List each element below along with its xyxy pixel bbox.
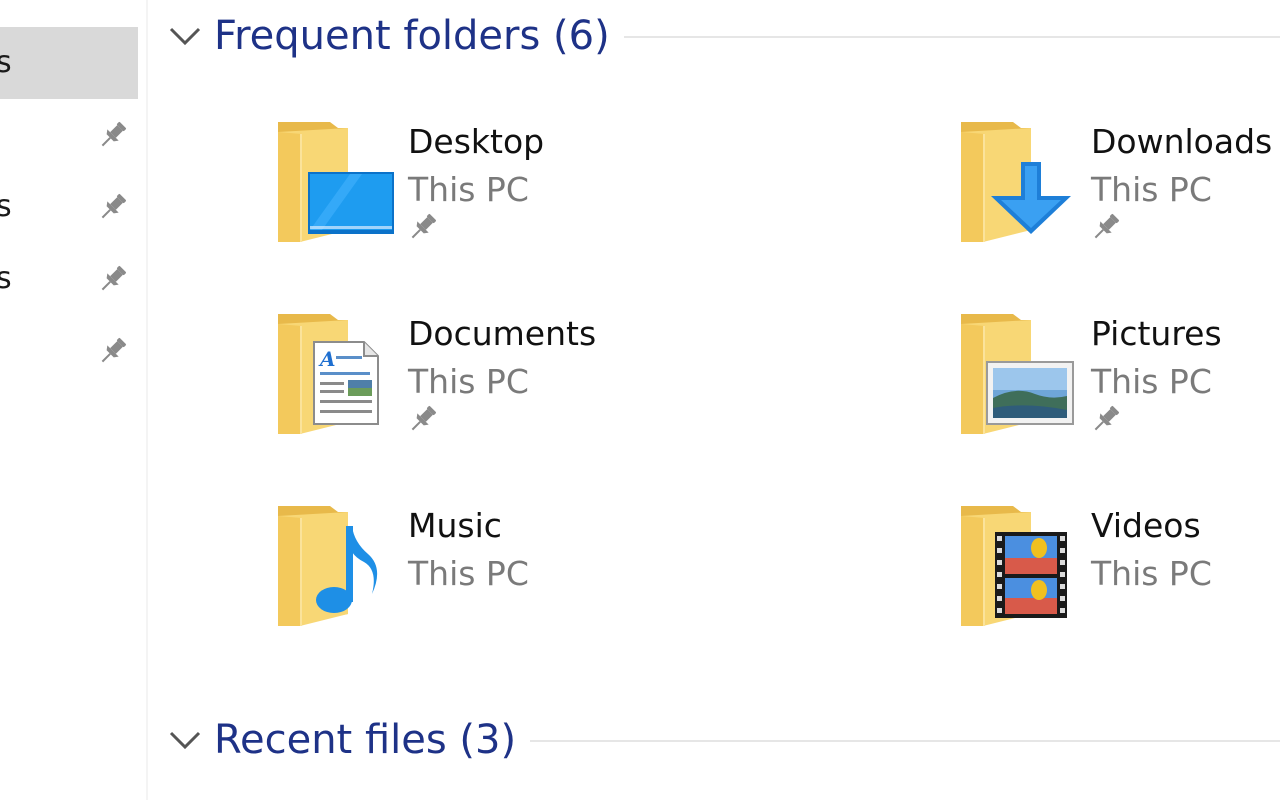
nav-item-pinned-2[interactable]: s bbox=[0, 171, 138, 243]
documents-folder-icon: A bbox=[272, 310, 379, 440]
folder-tile-videos[interactable]: Videos This PC bbox=[955, 502, 1280, 652]
desktop-folder-icon bbox=[272, 118, 394, 248]
folder-tile-pictures[interactable]: Pictures This PC bbox=[955, 310, 1280, 460]
navigation-pane: s s s bbox=[0, 0, 146, 800]
pane-divider[interactable] bbox=[146, 0, 148, 800]
pin-icon bbox=[96, 262, 130, 296]
svg-text:A: A bbox=[318, 347, 336, 371]
pin-icon bbox=[1089, 402, 1123, 436]
folder-name: Pictures bbox=[1091, 314, 1222, 353]
nav-item-pinned-3[interactable]: s bbox=[0, 243, 138, 315]
folder-location: This PC bbox=[1091, 362, 1212, 401]
pin-icon bbox=[1089, 210, 1123, 244]
nav-item-pinned-4[interactable] bbox=[0, 315, 138, 387]
section-title: Recent files (3) bbox=[214, 717, 517, 763]
folder-tile-desktop[interactable]: Desktop This PC bbox=[272, 118, 602, 268]
nav-item-label: s bbox=[0, 189, 12, 224]
chevron-down-icon[interactable] bbox=[168, 24, 202, 48]
section-title: Frequent folders (6) bbox=[214, 13, 610, 59]
folder-location: This PC bbox=[1091, 554, 1212, 593]
nav-item-quick-access[interactable]: s bbox=[0, 27, 138, 99]
pin-icon bbox=[96, 118, 130, 152]
pictures-folder-icon bbox=[955, 310, 1074, 440]
section-divider bbox=[530, 740, 1280, 742]
folder-name: Downloads bbox=[1091, 122, 1273, 161]
folder-name: Videos bbox=[1091, 506, 1201, 545]
music-folder-icon bbox=[272, 502, 378, 632]
pin-icon bbox=[406, 402, 440, 436]
folder-name: Desktop bbox=[408, 122, 545, 161]
folder-tile-documents[interactable]: A Documents This PC bbox=[272, 310, 602, 460]
pin-icon bbox=[406, 210, 440, 244]
folder-location: This PC bbox=[1091, 170, 1212, 209]
folder-location: This PC bbox=[408, 170, 529, 209]
folder-location: This PC bbox=[408, 554, 529, 593]
nav-item-pinned-1[interactable] bbox=[0, 99, 138, 171]
recent-files-header[interactable]: Recent files (3) bbox=[160, 710, 1280, 770]
nav-item-label: s bbox=[0, 45, 12, 80]
frequent-folders-header[interactable]: Frequent folders (6) bbox=[160, 6, 1280, 66]
pin-icon bbox=[96, 190, 130, 224]
chevron-down-icon[interactable] bbox=[168, 728, 202, 752]
nav-item-label: s bbox=[0, 261, 12, 296]
pin-icon bbox=[96, 334, 130, 368]
videos-folder-icon bbox=[955, 502, 1067, 632]
folder-tile-downloads[interactable]: Downloads This PC bbox=[955, 118, 1280, 268]
folder-name: Music bbox=[408, 506, 502, 545]
folder-name: Documents bbox=[408, 314, 597, 353]
folder-tile-music[interactable]: Music This PC bbox=[272, 502, 602, 652]
folder-location: This PC bbox=[408, 362, 529, 401]
section-divider bbox=[624, 36, 1280, 38]
downloads-folder-icon bbox=[955, 118, 1071, 248]
